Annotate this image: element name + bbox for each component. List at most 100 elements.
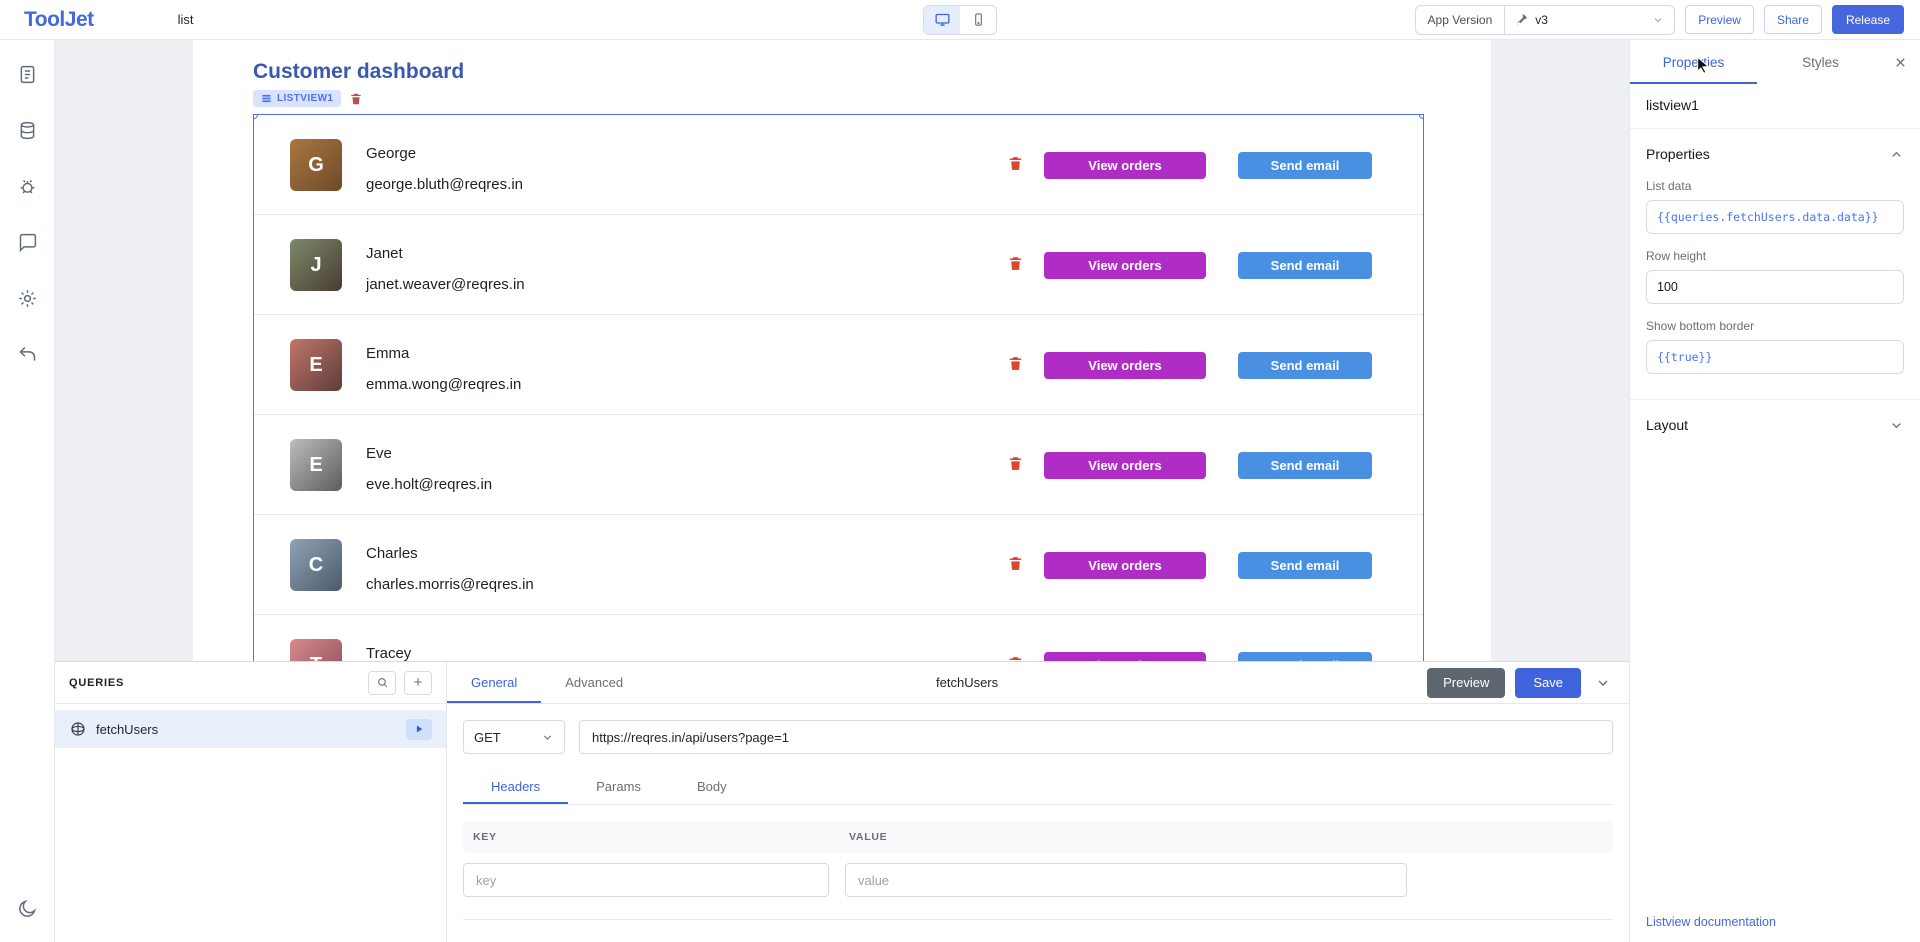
delete-widget-button[interactable] (349, 92, 363, 106)
properties-section-header[interactable]: Properties (1630, 129, 1920, 179)
release-button[interactable]: Release (1832, 5, 1904, 34)
list-item: G George george.bluth@reqres.in View ord… (254, 115, 1423, 215)
customer-email: janet.weaver@reqres.in (366, 276, 525, 293)
chevron-down-icon (541, 731, 554, 744)
header-key-input[interactable] (463, 863, 829, 897)
collapse-panel-button[interactable] (1591, 671, 1615, 695)
listview-documentation-link[interactable]: Listview documentation (1646, 915, 1776, 929)
list-item: T Tracey View orders Send email (254, 615, 1423, 661)
http-method-select[interactable]: GET (463, 720, 565, 754)
delete-row-button[interactable] (1007, 355, 1024, 372)
view-orders-button[interactable]: View orders (1044, 452, 1206, 479)
desktop-icon (934, 11, 951, 28)
close-icon (1893, 55, 1908, 70)
mobile-layout-button[interactable] (960, 6, 996, 34)
row-height-input[interactable] (1646, 270, 1904, 304)
tab-advanced[interactable]: Advanced (541, 662, 647, 703)
datasources-panel-button[interactable] (9, 112, 45, 148)
query-actions: Preview Save (1427, 668, 1615, 698)
run-query-button[interactable] (406, 719, 432, 740)
query-editor-pane: General Advanced fetchUsers Preview Save (447, 662, 1629, 942)
tab-styles[interactable]: Styles (1757, 40, 1884, 84)
page-title: Customer dashboard (253, 60, 464, 84)
tab-params[interactable]: Params (568, 768, 669, 804)
device-layout-toggle[interactable] (923, 5, 997, 35)
header-value-input[interactable] (845, 863, 1407, 897)
show-bottom-border-field: Show bottom border (1630, 319, 1920, 389)
send-email-button[interactable]: Send email (1238, 352, 1372, 379)
plus-icon: + (414, 674, 423, 691)
show-bottom-border-input[interactable] (1646, 340, 1904, 374)
query-list-item-fetchusers[interactable]: fetchUsers (55, 710, 446, 748)
view-orders-button[interactable]: View orders (1044, 352, 1206, 379)
view-orders-button[interactable]: View orders (1044, 652, 1206, 661)
debugger-panel-button[interactable] (9, 168, 45, 204)
app-name[interactable]: list (178, 12, 194, 27)
view-orders-button[interactable]: View orders (1044, 152, 1206, 179)
delete-row-button[interactable] (1007, 255, 1024, 272)
query-save-button[interactable]: Save (1515, 668, 1581, 698)
list-data-input[interactable] (1646, 200, 1904, 234)
headers-grid-header: KEY VALUE (463, 821, 1613, 853)
undo-icon (17, 344, 38, 365)
tab-properties[interactable]: Properties (1630, 40, 1757, 84)
request-url-input[interactable] (579, 720, 1613, 754)
tab-body[interactable]: Body (669, 768, 755, 804)
comments-panel-button[interactable] (9, 224, 45, 260)
delete-row-button[interactable] (1007, 455, 1024, 472)
close-inspector-button[interactable] (1889, 51, 1912, 74)
widget-selection-tag: LISTVIEW1 (253, 90, 363, 107)
view-orders-button[interactable]: View orders (1044, 552, 1206, 579)
send-email-button[interactable]: Send email (1238, 552, 1372, 579)
query-list-pane: QUERIES + fe (55, 662, 447, 942)
rocket-icon (1515, 13, 1528, 26)
play-icon (414, 724, 424, 734)
database-icon (17, 120, 38, 141)
listview-icon (261, 93, 272, 104)
listview-widget[interactable]: LISTVIEW1 (253, 114, 1424, 661)
view-orders-button[interactable]: View orders (1044, 252, 1206, 279)
trash-icon (1007, 655, 1024, 661)
properties-section-title: Properties (1646, 146, 1710, 162)
editor-center: Customer dashboard LISTVIEW1 (55, 40, 1629, 942)
send-email-button[interactable]: Send email (1238, 652, 1372, 661)
dark-mode-toggle[interactable] (9, 890, 45, 926)
send-email-button[interactable]: Send email (1238, 152, 1372, 179)
share-button[interactable]: Share (1764, 5, 1822, 34)
tab-general[interactable]: General (447, 662, 541, 703)
query-preview-button[interactable]: Preview (1427, 668, 1505, 698)
tooljet-logo: ToolJet (24, 8, 94, 32)
delete-row-button[interactable] (1007, 655, 1024, 661)
inspector-tabs: Properties Styles (1630, 40, 1920, 84)
delete-row-button[interactable] (1007, 155, 1024, 172)
search-query-button[interactable] (368, 671, 396, 695)
app-version-control: App Version v3 (1415, 5, 1676, 35)
resize-handle[interactable] (1419, 114, 1424, 119)
top-bar-actions: App Version v3 Preview Share Release (1415, 5, 1904, 35)
app-canvas[interactable]: Customer dashboard LISTVIEW1 (193, 40, 1491, 661)
tab-headers[interactable]: Headers (463, 768, 568, 804)
preview-button[interactable]: Preview (1685, 5, 1754, 34)
layout-section-header[interactable]: Layout (1630, 399, 1920, 450)
desktop-layout-button[interactable] (924, 6, 960, 34)
undo-button[interactable] (9, 336, 45, 372)
listview-body[interactable]: G George george.bluth@reqres.in View ord… (253, 114, 1424, 661)
pages-icon (17, 64, 38, 85)
avatar: J (290, 239, 342, 291)
avatar: C (290, 539, 342, 591)
add-query-button[interactable]: + (404, 671, 432, 695)
widget-badge: LISTVIEW1 (253, 90, 341, 107)
rest-api-icon (69, 720, 87, 738)
customer-name: George (366, 145, 416, 162)
settings-panel-button[interactable] (9, 280, 45, 316)
http-method-value: GET (474, 730, 501, 745)
query-editor-header: General Advanced fetchUsers Preview Save (447, 662, 1629, 704)
send-email-button[interactable]: Send email (1238, 452, 1372, 479)
pages-panel-button[interactable] (9, 56, 45, 92)
delete-row-button[interactable] (1007, 555, 1024, 572)
send-email-button[interactable]: Send email (1238, 252, 1372, 279)
search-icon (376, 676, 389, 689)
gear-icon (17, 288, 38, 309)
version-select[interactable]: v3 (1504, 6, 1674, 34)
customer-name: Charles (366, 545, 418, 562)
